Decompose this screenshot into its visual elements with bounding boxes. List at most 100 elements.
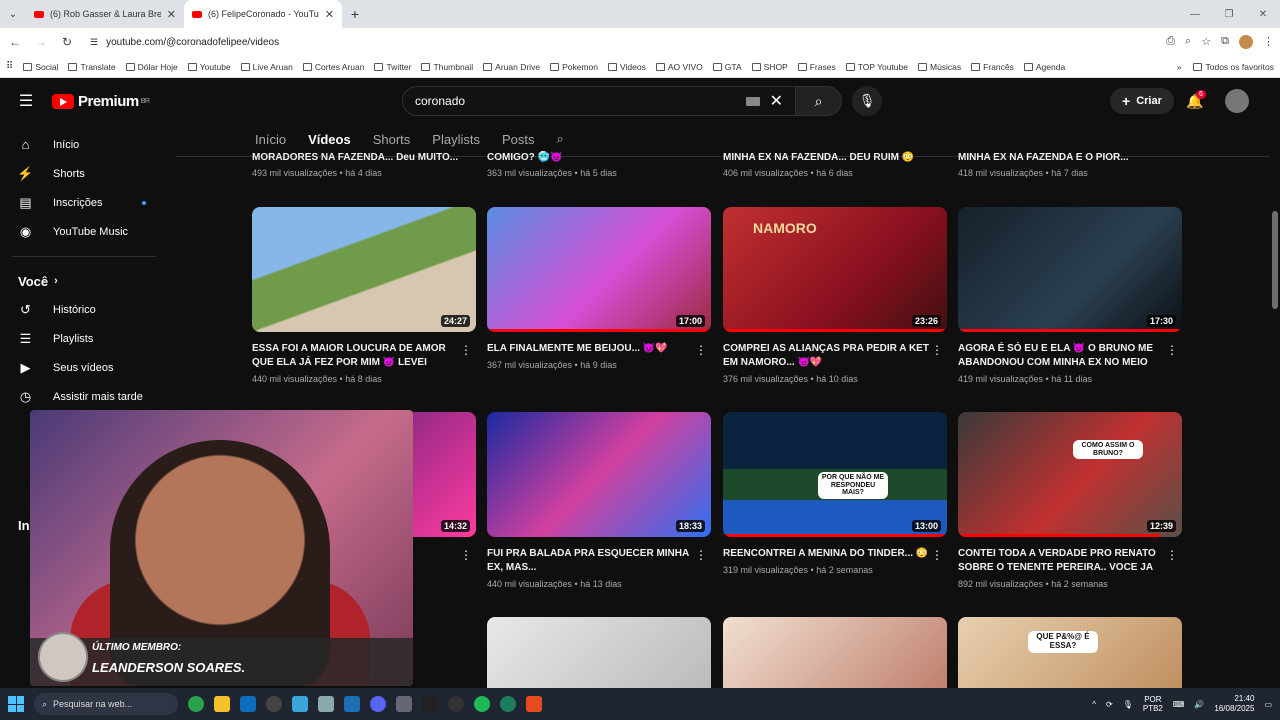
tab-shorts[interactable]: Shorts [373, 132, 411, 147]
bookmark-item[interactable]: Cortes Aruan [302, 62, 364, 72]
sync-icon[interactable]: ⟳ [1106, 700, 1113, 709]
maximize-icon[interactable]: ❐ [1212, 0, 1246, 28]
sidebar-item[interactable]: ◷ Assistir mais tarde [0, 382, 168, 411]
sidebar-item[interactable]: ↺ Histórico [0, 295, 168, 324]
page-scrollbar[interactable] [1270, 157, 1280, 688]
hamburger-menu-icon[interactable]: ☰ [0, 91, 52, 111]
video-card[interactable]: 12:39 CONTEI TODA A VERDADE PRO RENATO SO… [958, 412, 1182, 589]
more-options-icon[interactable]: ⋮ [695, 343, 707, 357]
profile-avatar[interactable] [1239, 35, 1253, 49]
notification-center-icon[interactable]: ▭ [1264, 700, 1272, 709]
more-options-icon[interactable]: ⋮ [931, 548, 943, 562]
more-options-icon[interactable]: ⋮ [460, 548, 472, 562]
tab-search-icon[interactable]: ⌄ [0, 0, 26, 28]
video-title[interactable]: MORADORES NA FAZENDA... Deu MUITO... [252, 152, 476, 163]
create-button[interactable]: + Criar [1110, 88, 1174, 114]
video-card[interactable]: MINHA EX NA FAZENDA E O PIOR... 418 mil v… [958, 152, 1182, 178]
outlook-icon[interactable] [240, 696, 256, 712]
video-title[interactable]: COMPREI AS ALIANÇAS PRA PEDIR A KET EM N… [723, 342, 929, 370]
network-icon[interactable]: ⌨ [1173, 700, 1185, 709]
sidebar-item[interactable]: ▤ Inscrições [0, 188, 168, 217]
language-indicator[interactable]: POR PTB2 [1143, 695, 1163, 713]
tab-playlists[interactable]: Playlists [432, 132, 480, 147]
clock[interactable]: 21:40 16/08/2025 [1214, 694, 1254, 714]
minimize-icon[interactable]: — [1178, 0, 1212, 28]
video-title[interactable]: FUI PRA BALADA PRA ESQUECER MINHA EX, MA… [487, 547, 693, 575]
bookmark-item[interactable]: Social [23, 62, 58, 72]
browser-tab-1[interactable]: (6) Rob Gasser & Laura Brehm ✕ [26, 0, 184, 28]
chrome-icon[interactable] [188, 696, 204, 712]
bookmark-item[interactable]: Videos [607, 62, 646, 72]
bookmark-item[interactable]: Youtube [187, 62, 231, 72]
video-title[interactable]: REENCONTREI A MENINA DO TINDER... 😳 [723, 547, 929, 561]
search-input[interactable]: coronado ✕ [402, 86, 796, 116]
new-tab-icon[interactable]: + [342, 0, 368, 28]
video-card[interactable]: MINHA EX NA FAZENDA... DEU RUIM 😳 406 mil… [723, 152, 947, 178]
taskbar-search[interactable]: ⌕ Pesquisar na web... [34, 693, 178, 715]
clear-search-icon[interactable]: ✕ [770, 91, 783, 111]
account-avatar[interactable] [1225, 89, 1249, 113]
bookmark-item[interactable]: TOP Youtube [845, 62, 908, 72]
channel-search-icon[interactable]: ⌕ [556, 131, 563, 147]
all-bookmarks[interactable]: Todos os favoritos [1193, 62, 1274, 72]
browser-tab-2[interactable]: (6) FelipeCoronado - YouTube ✕ [184, 0, 342, 28]
install-icon[interactable]: ⎙ [1166, 35, 1175, 49]
notes-icon[interactable] [292, 696, 308, 712]
video-title[interactable]: CONTEI TODA A VERDADE PRO RENATO SOBRE O… [958, 547, 1164, 575]
more-options-icon[interactable]: ⋮ [1166, 343, 1178, 357]
calculator-icon[interactable] [318, 696, 334, 712]
sidebar-item[interactable]: ⚡ Shorts [0, 159, 168, 188]
app2-icon[interactable] [448, 696, 464, 712]
bookmark-item[interactable]: Twitter [374, 62, 411, 72]
tab-videos[interactable]: Vídeos [308, 132, 351, 147]
sidebar-item[interactable]: ▶ Seus vídeos [0, 353, 168, 382]
keyboard-icon[interactable] [745, 96, 760, 106]
more-bookmarks-icon[interactable]: » [1177, 62, 1182, 72]
video-title[interactable]: ESSA FOI A MAIOR LOUCURA DE AMOR QUE ELA… [252, 342, 458, 370]
url-field[interactable]: ☰ youtube.com/@coronadofelipee/videos [84, 31, 1158, 53]
back-icon[interactable]: ← [6, 33, 24, 51]
video-card[interactable]: 18:33 FUI PRA BALADA PRA ESQUECER MINHA E… [487, 412, 711, 589]
voice-search-button[interactable]: 🎙 [852, 86, 882, 116]
bookmark-item[interactable]: AO VIVO [655, 62, 703, 72]
more-options-icon[interactable]: ⋮ [695, 548, 707, 562]
sidebar-item[interactable]: ◉ YouTube Music [0, 217, 168, 246]
video-title[interactable]: ELA FINALMENTE ME BEIJOU... 😈💖 [487, 342, 693, 356]
app-icon[interactable] [344, 696, 360, 712]
video-thumbnail[interactable] [487, 617, 711, 688]
video-title[interactable]: MINHA EX NA FAZENDA... DEU RUIM 😳 [723, 152, 947, 163]
video-thumbnail[interactable]: 17:30 [958, 207, 1182, 332]
close-window-icon[interactable]: ✕ [1246, 0, 1280, 28]
video-card[interactable]: MORADORES NA FAZENDA... Deu MUITO... 493 … [252, 152, 476, 178]
more-options-icon[interactable]: ⋮ [460, 343, 472, 357]
bookmark-item[interactable]: Frases [797, 62, 836, 72]
search-button[interactable]: ⌕ [796, 86, 842, 116]
chrome-beta-icon[interactable] [500, 696, 516, 712]
youtube-logo[interactable]: Premium BR [52, 93, 150, 110]
menu-icon[interactable]: ⋮ [1263, 35, 1274, 49]
bookmark-item[interactable]: Dólar Hoje [125, 62, 178, 72]
tab-posts[interactable]: Posts [502, 132, 535, 147]
bookmark-item[interactable]: Thumbnail [421, 62, 473, 72]
site-info-icon[interactable]: ☰ [90, 37, 98, 48]
more-options-icon[interactable]: ⋮ [1166, 548, 1178, 562]
discord-icon[interactable] [370, 696, 386, 712]
windows-start-icon[interactable] [8, 696, 24, 712]
video-thumbnail[interactable]: 24:27 [252, 207, 476, 332]
bookmark-item[interactable]: Agenda [1023, 62, 1065, 72]
bookmark-item[interactable]: Pokemon [550, 62, 598, 72]
star-icon[interactable]: ☆ [1201, 35, 1211, 49]
video-card[interactable]: 17:00 ELA FINALMENTE ME BEIJOU... 😈💖 367 m… [487, 207, 711, 370]
apps-icon[interactable]: ⠿ [6, 61, 13, 72]
video-thumbnail[interactable]: 17:00 [487, 207, 711, 332]
video-thumbnail[interactable]: 12:39 [958, 412, 1182, 537]
bookmark-item[interactable]: Translate [68, 62, 116, 72]
mic-tray-icon[interactable]: 🎙 [1123, 700, 1133, 709]
forward-icon[interactable]: → [32, 33, 50, 51]
bookmark-item[interactable]: Aruan Drive [483, 62, 540, 72]
more-options-icon[interactable]: ⋮ [931, 343, 943, 357]
bookmark-item[interactable]: GTA [712, 62, 742, 72]
sidebar-item[interactable]: ☰ Playlists [0, 324, 168, 353]
volume-icon[interactable]: 🔊 [1194, 700, 1204, 709]
zoom-icon[interactable]: ⌕ [1185, 35, 1191, 49]
